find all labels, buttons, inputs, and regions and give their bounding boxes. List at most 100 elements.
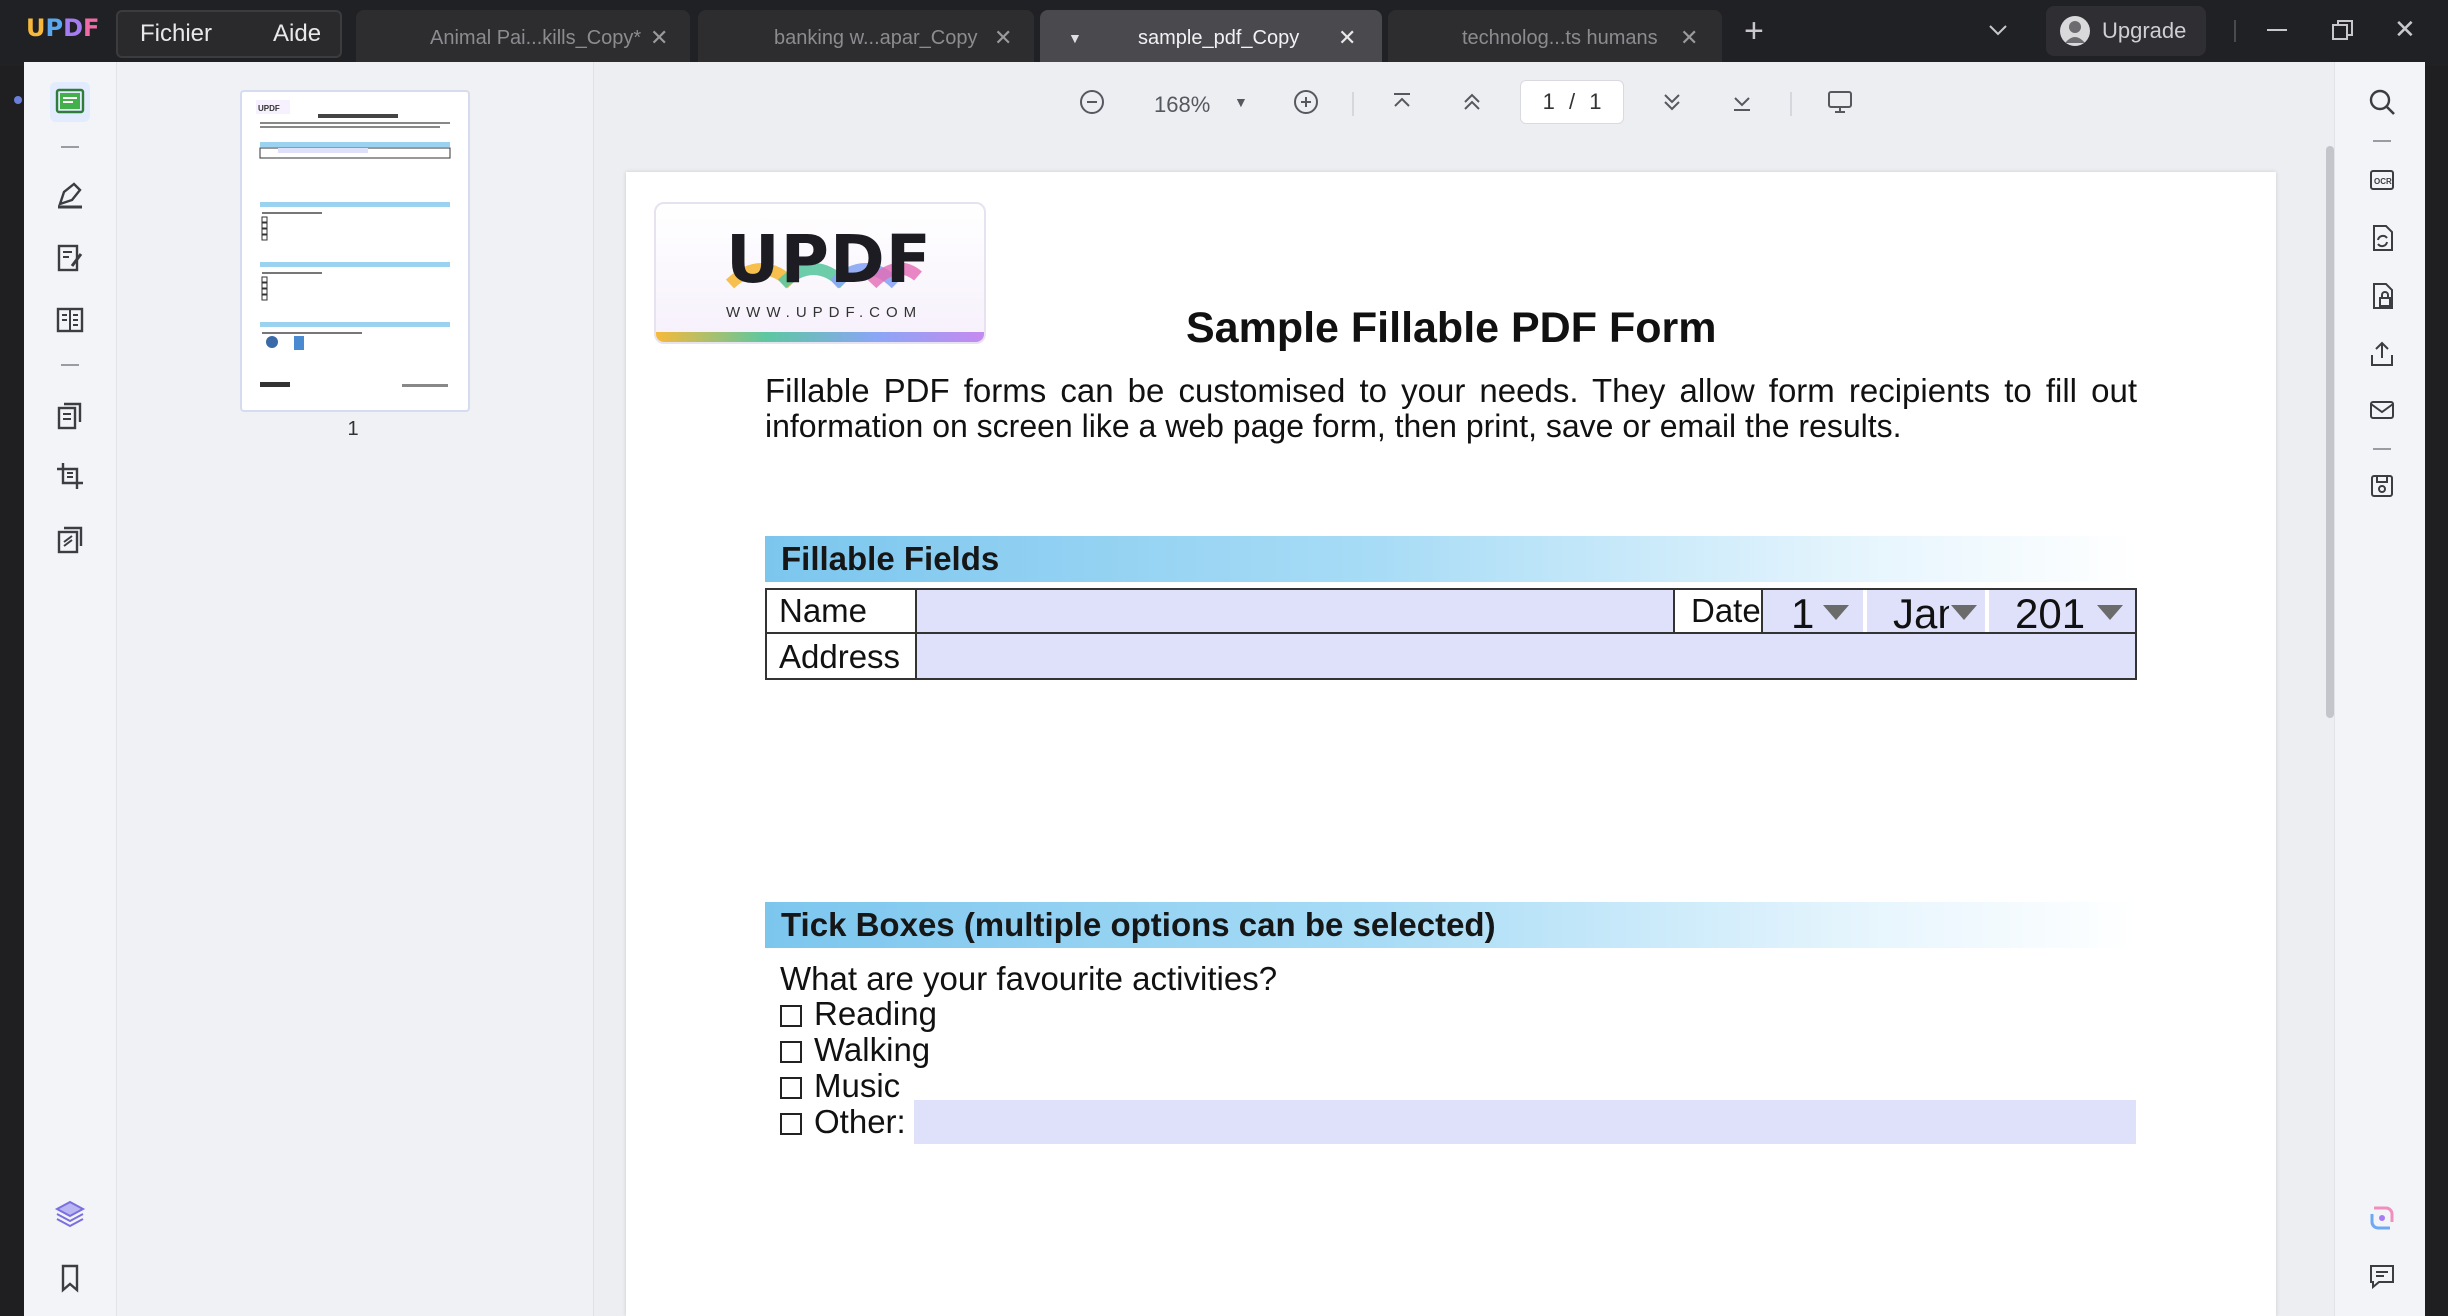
date-label: Date	[1691, 592, 1761, 629]
avatar	[2060, 16, 2090, 46]
checkbox-walking-row: Walking	[780, 1032, 930, 1068]
next-page-icon[interactable]	[1652, 82, 1692, 122]
first-page-icon[interactable]	[1382, 82, 1422, 122]
page-total: 1	[1589, 89, 1602, 114]
tab-menu-icon[interactable]: ▼	[1068, 10, 1082, 66]
close-icon[interactable]: ✕	[1338, 10, 1356, 66]
month-value: Jan	[1893, 590, 1949, 632]
convert-icon[interactable]	[2362, 218, 2402, 258]
zoom-dropdown-icon[interactable]: ▼	[1234, 94, 1248, 110]
tab-sample-pdf[interactable]: ▼ sample_pdf_Copy ✕	[1040, 10, 1382, 66]
checkbox-reading[interactable]	[780, 1005, 802, 1028]
activities-question: What are your favourite activities?	[780, 960, 1278, 997]
checkbox-music[interactable]	[780, 1077, 802, 1100]
upgrade-label: Upgrade	[2102, 18, 2187, 43]
address-input[interactable]	[917, 634, 2135, 678]
search-icon[interactable]	[2362, 82, 2402, 122]
ai-assistant-icon[interactable]	[2362, 1198, 2402, 1238]
tab-label: sample_pdf_Copy	[1138, 27, 1300, 49]
close-icon[interactable]: ✕	[994, 10, 1012, 66]
close-icon[interactable]: ✕	[650, 10, 668, 66]
document-logo-url: WWW.UPDF.COM	[726, 304, 923, 321]
email-icon[interactable]	[2362, 390, 2402, 430]
tab-technology[interactable]: technolog...ts humans ✕	[1388, 10, 1722, 66]
dropdown-arrow-icon	[1823, 605, 1849, 620]
checkbox-walking[interactable]	[780, 1041, 802, 1064]
vertical-scrollbar[interactable]	[2326, 146, 2334, 718]
share-icon[interactable]	[2362, 334, 2402, 374]
intro-line-1: Fillable PDF forms can be customised to …	[765, 372, 2137, 409]
tab-label: technolog...ts humans	[1462, 27, 1658, 49]
layers-icon[interactable]	[50, 1194, 90, 1234]
divider	[61, 146, 79, 148]
divider	[1352, 92, 1354, 116]
tab-label: Animal Pai...kills_Copy*	[430, 27, 642, 49]
thumbnail-page-number: 1	[347, 418, 359, 440]
convert-pdf-icon[interactable]	[50, 520, 90, 560]
zoom-out-icon[interactable]	[1072, 82, 1112, 122]
year-select[interactable]: 201	[1989, 590, 2135, 632]
divider	[1790, 92, 1792, 116]
indicator-dot	[14, 96, 22, 104]
checkbox-music-row: Music	[780, 1068, 900, 1104]
divider	[61, 364, 79, 366]
divider	[2373, 448, 2391, 450]
page-separator: /	[1568, 89, 1576, 114]
form-fields-icon[interactable]	[50, 300, 90, 340]
new-tab-plus-icon[interactable]: +	[1744, 12, 1764, 51]
svg-text:UPDF: UPDF	[258, 104, 280, 113]
section-heading-text: Fillable Fields	[781, 540, 1000, 577]
month-select[interactable]: Jan	[1867, 590, 1985, 632]
document-logo-text: UPDF	[726, 221, 932, 298]
logo-gradient-stripe	[656, 332, 984, 342]
close-icon[interactable]: ✕	[1680, 10, 1698, 66]
checkbox-reading-row: Reading	[780, 996, 937, 1032]
menu-file[interactable]: Fichier	[140, 10, 212, 58]
checkbox-other[interactable]	[780, 1113, 802, 1136]
reader-mode-icon[interactable]	[50, 82, 90, 122]
organize-pages-icon[interactable]	[50, 396, 90, 436]
close-window-icon[interactable]: ✕	[2394, 14, 2416, 45]
tab-list-chevron-icon[interactable]	[1986, 18, 2010, 42]
day-value: 1	[1791, 590, 1815, 632]
document-logo: UPDF WWW.UPDF.COM	[654, 202, 986, 344]
dropdown-arrow-icon	[2097, 605, 2123, 620]
restore-icon[interactable]	[2330, 18, 2356, 44]
protect-icon[interactable]	[2362, 276, 2402, 316]
name-label: Name	[779, 592, 868, 629]
checkbox-label: Reading	[814, 995, 937, 1032]
crop-pages-icon[interactable]	[50, 456, 90, 496]
previous-page-icon[interactable]	[1452, 82, 1492, 122]
page-thumbnail[interactable]: UPDF	[240, 90, 470, 412]
ocr-icon[interactable]: OCR	[2362, 160, 2402, 200]
divider	[1673, 588, 1675, 634]
year-value: 201	[2015, 590, 2086, 632]
svg-text:OCR: OCR	[2374, 177, 2392, 186]
zoom-in-icon[interactable]	[1286, 82, 1326, 122]
day-select[interactable]: 1	[1763, 590, 1863, 632]
menu-help[interactable]: Aide	[273, 10, 321, 58]
name-input[interactable]	[917, 590, 1673, 632]
tab-animal-paintings[interactable]: Animal Pai...kills_Copy* ✕	[356, 10, 690, 66]
document-title: Sample Fillable PDF Form	[1186, 304, 1717, 352]
zoom-level[interactable]: 168%	[1154, 92, 1210, 118]
save-icon[interactable]	[2362, 466, 2402, 506]
address-label: Address	[779, 638, 901, 675]
divider	[2373, 140, 2391, 142]
page-number-input[interactable]: 1 / 1	[1520, 80, 1624, 124]
other-activity-input[interactable]	[914, 1100, 2136, 1144]
minimize-icon[interactable]	[2264, 14, 2290, 44]
checkbox-label: Music	[814, 1067, 901, 1104]
dropdown-arrow-icon	[1951, 605, 1977, 620]
section-heading-tick-boxes: Tick Boxes (multiple options can be sele…	[765, 902, 2137, 948]
tab-banking[interactable]: banking w...apar_Copy ✕	[698, 10, 1034, 66]
presentation-icon[interactable]	[1820, 82, 1860, 122]
last-page-icon[interactable]	[1722, 82, 1762, 122]
comments-panel-icon[interactable]	[2362, 1256, 2402, 1296]
upgrade-button[interactable]: Upgrade	[2046, 6, 2206, 56]
bookmark-icon[interactable]	[50, 1258, 90, 1298]
edit-pdf-icon[interactable]	[50, 238, 90, 278]
comment-highlighter-icon[interactable]	[50, 174, 90, 214]
section-heading-fillable-fields: Fillable Fields	[765, 536, 2137, 582]
checkbox-other-row: Other:	[780, 1104, 906, 1140]
